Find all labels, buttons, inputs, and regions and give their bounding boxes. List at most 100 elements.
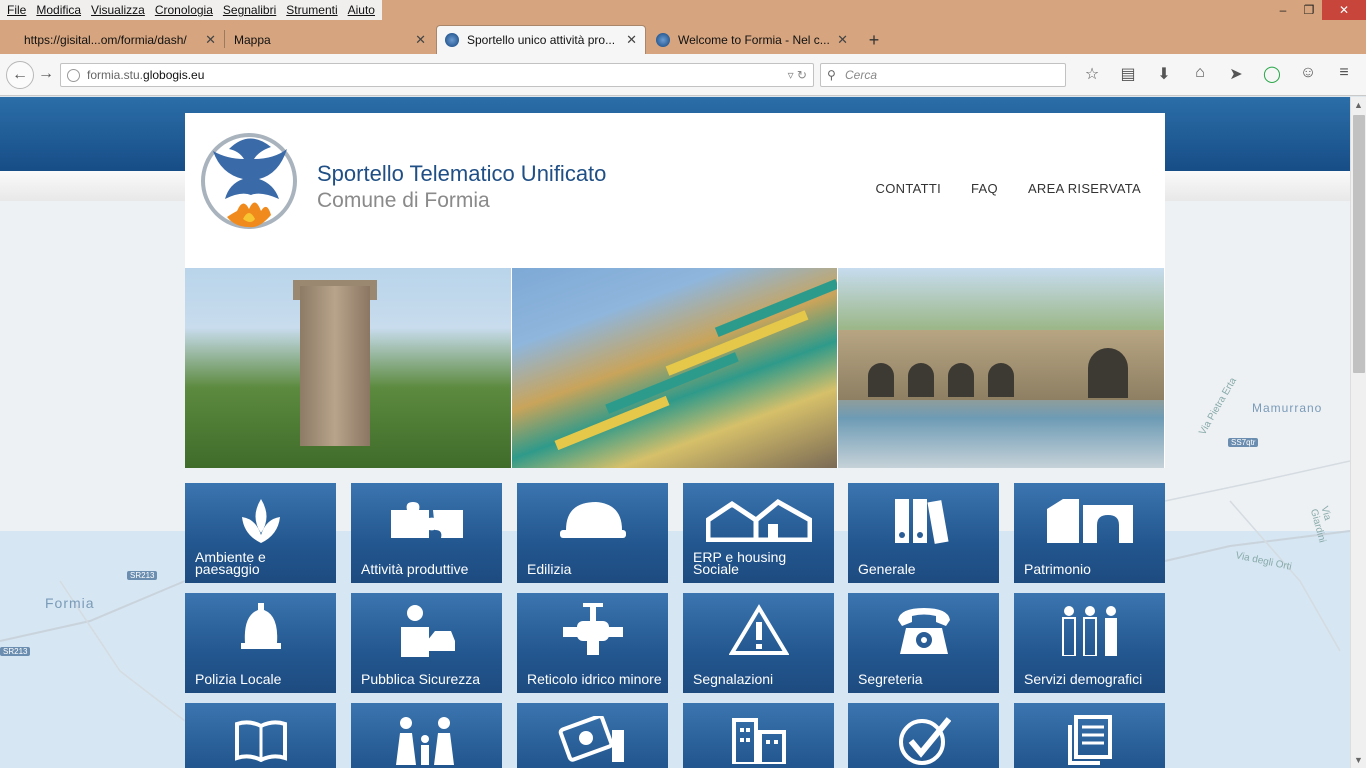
tile-label: Polizia Locale bbox=[195, 671, 282, 687]
url-domain: globogis.eu bbox=[143, 68, 205, 82]
tab-title: Sportello unico attività pro... bbox=[467, 33, 616, 47]
tile-polizia-locale[interactable]: Polizia Locale bbox=[185, 593, 336, 693]
tile-reticolo-idrico[interactable]: Reticolo idrico minore bbox=[517, 593, 668, 693]
tile-segnalazioni[interactable]: Segnalazioni bbox=[683, 593, 834, 693]
scroll-down-icon[interactable]: ▼ bbox=[1354, 755, 1363, 765]
tile-patrimonio[interactable]: Patrimonio bbox=[1014, 483, 1165, 583]
tile-segreteria[interactable]: Segreteria bbox=[848, 593, 999, 693]
tab-title: Mappa bbox=[234, 32, 271, 47]
reading-list-icon[interactable]: ▤ bbox=[1110, 64, 1146, 84]
tile-generale[interactable]: Generale bbox=[848, 483, 999, 583]
tile-label: Ambiente e paesaggio bbox=[195, 549, 266, 577]
page-viewport: Formia Mamurrano Via degli Orti Via Piet… bbox=[0, 97, 1350, 768]
back-button[interactable]: ← bbox=[6, 61, 34, 89]
tab-mappa[interactable]: Mappa ✕ bbox=[226, 25, 434, 54]
tile-category[interactable] bbox=[185, 703, 336, 768]
navigation-bar: ← → formia.stu.globogis.eu ▿ ↻ ⚲ Cerca ☆… bbox=[0, 54, 1366, 96]
tile-label: Pubblica Sicurezza bbox=[361, 671, 481, 687]
nav-link-area-riservata[interactable]: AREA RISERVATA bbox=[1028, 181, 1141, 196]
search-input[interactable]: ⚲ Cerca bbox=[820, 63, 1066, 87]
photo-tower bbox=[185, 268, 512, 468]
url-prefix: formia.stu. bbox=[87, 68, 144, 82]
new-tab-button[interactable]: + bbox=[864, 30, 884, 51]
tile-category[interactable] bbox=[1014, 703, 1165, 768]
tile-label: Reticolo idrico minore bbox=[527, 671, 662, 687]
nav-link-contatti[interactable]: CONTATTI bbox=[876, 181, 941, 196]
tile-label: Servizi demografici bbox=[1024, 671, 1143, 687]
menu-modifica[interactable]: Modifica bbox=[31, 0, 86, 20]
tile-category[interactable] bbox=[351, 703, 502, 768]
family-icon bbox=[351, 711, 502, 768]
home-icon[interactable]: ⌂ bbox=[1182, 64, 1218, 84]
menu-icon[interactable]: ≡ bbox=[1326, 64, 1362, 84]
forward-button[interactable]: → bbox=[38, 65, 54, 83]
houses-icon bbox=[683, 491, 834, 549]
map-label-formia: Formia bbox=[45, 595, 95, 611]
menu-cronologia[interactable]: Cronologia bbox=[150, 0, 218, 20]
puzzle-icon bbox=[351, 491, 502, 549]
scroll-up-icon[interactable]: ▲ bbox=[1354, 100, 1363, 110]
map-label-mamurrano: Mamurrano bbox=[1252, 401, 1323, 415]
tile-ambiente-paesaggio[interactable]: Ambiente e paesaggio bbox=[185, 483, 336, 583]
maximize-button[interactable]: ❐ bbox=[1296, 0, 1322, 20]
bookmark-star-icon[interactable]: ☆ bbox=[1074, 64, 1110, 84]
tab-title: https://gisital...om/formia/dash/ bbox=[24, 32, 187, 47]
menu-file[interactable]: File bbox=[2, 0, 31, 20]
close-tab-icon[interactable]: ✕ bbox=[205, 32, 216, 48]
minimize-button[interactable]: – bbox=[1270, 0, 1296, 20]
extension-icon[interactable]: ◯ bbox=[1254, 64, 1290, 84]
close-tab-icon[interactable]: ✕ bbox=[837, 32, 848, 48]
binders-icon bbox=[848, 491, 999, 549]
photo-banner bbox=[185, 268, 1166, 468]
tile-category[interactable] bbox=[848, 703, 999, 768]
globe-icon bbox=[67, 69, 80, 82]
tile-pubblica-sicurezza[interactable]: Pubblica Sicurezza bbox=[351, 593, 502, 693]
scrollbar-thumb[interactable] bbox=[1353, 115, 1365, 373]
money-icon bbox=[517, 711, 668, 768]
leaves-icon bbox=[185, 491, 336, 549]
monument-icon bbox=[1014, 491, 1165, 549]
people-icon bbox=[1014, 601, 1165, 659]
tile-label: Generale bbox=[858, 561, 916, 577]
close-tab-icon[interactable]: ✕ bbox=[626, 32, 637, 48]
search-placeholder: Cerca bbox=[845, 68, 878, 82]
helmet-icon bbox=[517, 491, 668, 549]
tab-welcome-formia[interactable]: Welcome to Formia - Nel c... ✕ bbox=[648, 25, 856, 54]
top-navigation: CONTATTI FAQ AREA RISERVATA bbox=[876, 181, 1141, 196]
chat-icon[interactable]: ☺ bbox=[1290, 64, 1326, 84]
close-window-button[interactable]: ✕ bbox=[1322, 0, 1366, 20]
document-icon bbox=[1014, 711, 1165, 768]
address-bar[interactable]: formia.stu.globogis.eu ▿ ↻ bbox=[60, 63, 814, 87]
close-tab-icon[interactable]: ✕ bbox=[415, 32, 426, 48]
tab-title: Welcome to Formia - Nel c... bbox=[678, 32, 830, 47]
menu-aiuto[interactable]: Aiuto bbox=[343, 0, 380, 20]
tile-label: Segreteria bbox=[858, 671, 923, 687]
reload-icon[interactable]: ▿ ↻ bbox=[788, 64, 807, 86]
map-label-ss7qtr: SS7qtr bbox=[1228, 438, 1259, 447]
tab-separator bbox=[224, 30, 225, 48]
telephone-icon bbox=[848, 601, 999, 659]
tile-label: Edilizia bbox=[527, 561, 572, 577]
nav-link-faq[interactable]: FAQ bbox=[971, 181, 998, 196]
download-icon[interactable]: ⬇ bbox=[1146, 64, 1182, 84]
book-icon bbox=[185, 711, 336, 768]
menu-strumenti[interactable]: Strumenti bbox=[281, 0, 342, 20]
menu-segnalibri[interactable]: Segnalibri bbox=[218, 0, 281, 20]
phoenix-logo[interactable] bbox=[199, 129, 305, 237]
map-label-sr213: SR213 bbox=[0, 647, 31, 656]
tile-category[interactable] bbox=[517, 703, 668, 768]
vertical-scrollbar[interactable]: ▲ ▼ bbox=[1350, 97, 1366, 768]
checkmark-icon bbox=[848, 711, 999, 768]
tile-erp-housing[interactable]: ERP e housing Sociale bbox=[683, 483, 834, 583]
tile-servizi-demografici[interactable]: Servizi demografici bbox=[1014, 593, 1165, 693]
send-icon[interactable]: ➤ bbox=[1218, 64, 1254, 84]
menu-visualizza[interactable]: Visualizza bbox=[86, 0, 150, 20]
tile-label: Patrimonio bbox=[1024, 561, 1091, 577]
tab-sportello[interactable]: Sportello unico attività pro... ✕ bbox=[436, 25, 646, 54]
tab-gisital[interactable]: https://gisital...om/formia/dash/ ✕ bbox=[16, 25, 224, 54]
tile-edilizia[interactable]: Edilizia bbox=[517, 483, 668, 583]
tile-attivita-produttive[interactable]: Attività produttive bbox=[351, 483, 502, 583]
site-favicon-icon bbox=[445, 33, 459, 47]
site-title: Sportello Telematico Unificato bbox=[317, 161, 607, 186]
tile-category[interactable] bbox=[683, 703, 834, 768]
